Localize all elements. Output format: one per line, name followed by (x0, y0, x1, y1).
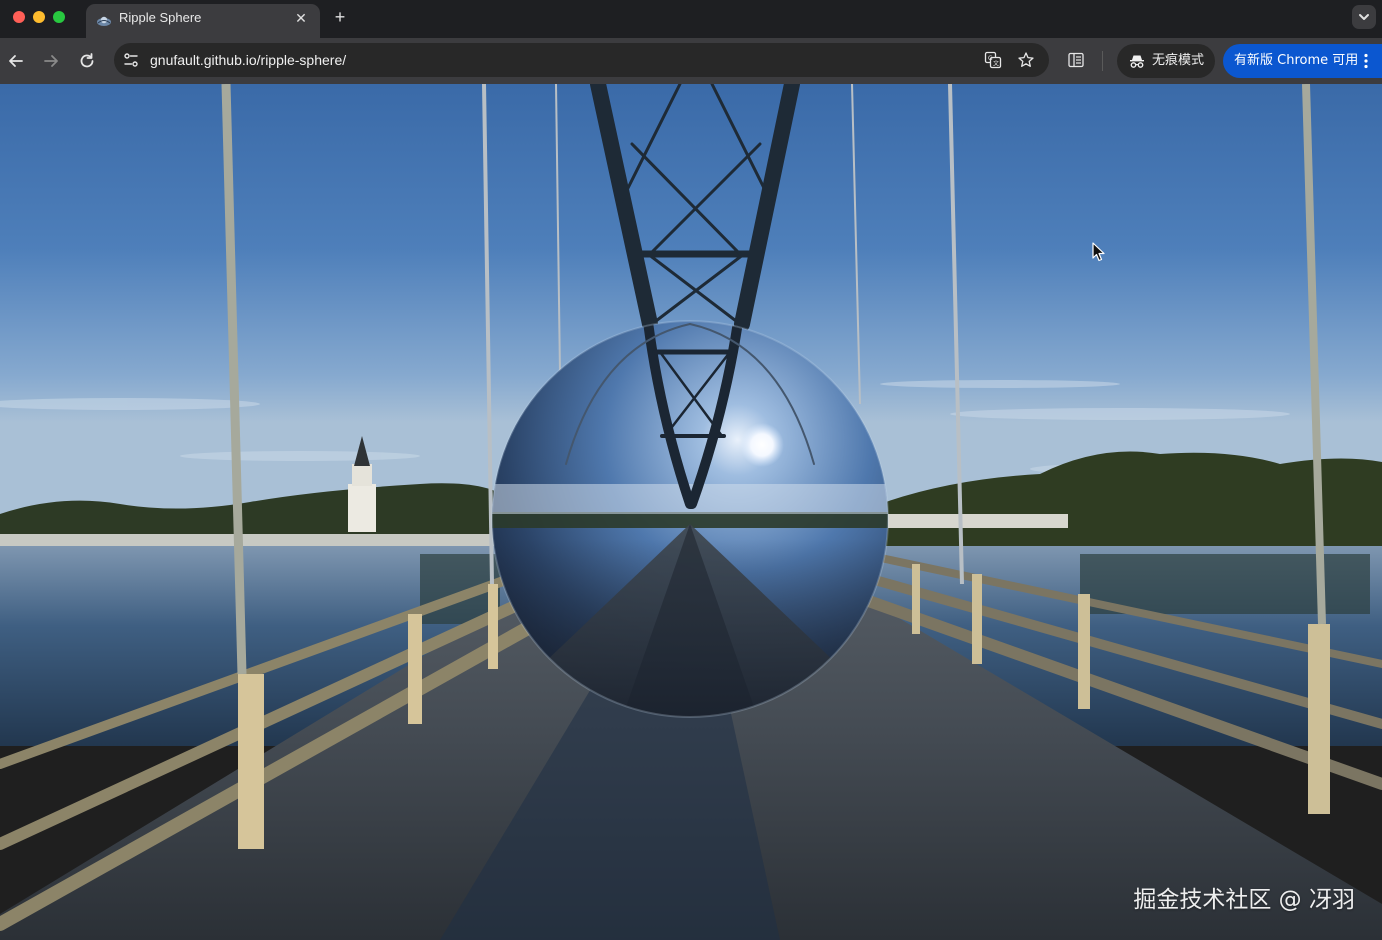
webgl-canvas[interactable]: 掘金技术社区 @ 冴羽 (0, 84, 1382, 940)
watermark-text: 掘金技术社区 @ 冴羽 (1133, 887, 1355, 913)
chrome-update-button[interactable]: 有新版 Chrome 可用 (1223, 44, 1382, 78)
browser-toolbar: gnufault.github.io/ripple-sphere/ G 文 无痕… (0, 38, 1382, 84)
site-info-icon[interactable] (122, 51, 140, 69)
more-menu-icon[interactable] (1360, 52, 1372, 70)
tab-close-icon[interactable]: ✕ (292, 9, 310, 27)
update-label: 有新版 Chrome 可用 (1234, 53, 1359, 68)
close-window-button[interactable] (13, 11, 25, 23)
minimize-window-button[interactable] (33, 11, 45, 23)
mouse-cursor-icon (1092, 242, 1106, 262)
back-button[interactable] (4, 49, 28, 73)
url-text[interactable]: gnufault.github.io/ripple-sphere/ (150, 51, 346, 69)
svg-text:文: 文 (993, 60, 999, 68)
tab-strip: Ripple Sphere ✕ + (0, 0, 1382, 38)
toolbar-divider (1102, 51, 1103, 71)
maximize-window-button[interactable] (53, 11, 65, 23)
translate-icon[interactable]: G 文 (984, 51, 1002, 69)
forward-button[interactable] (39, 49, 63, 73)
arrow-left-icon (9, 55, 23, 67)
incognito-button[interactable]: 无痕模式 (1117, 44, 1215, 78)
bookmark-star-icon[interactable] (1017, 51, 1035, 69)
side-panel-icon[interactable] (1067, 51, 1085, 69)
incognito-icon (1128, 52, 1146, 70)
bridge-scene (0, 84, 1382, 940)
arrow-right-icon (44, 55, 58, 67)
incognito-label: 无痕模式 (1152, 53, 1205, 68)
address-bar[interactable]: gnufault.github.io/ripple-sphere/ G 文 (114, 43, 1049, 77)
tab-ripple-sphere[interactable]: Ripple Sphere ✕ (86, 4, 320, 38)
ripple-sphere-favicon-icon (96, 13, 112, 29)
tab-search-button[interactable] (1352, 5, 1376, 29)
new-tab-button[interactable]: + (329, 6, 351, 28)
tab-title: Ripple Sphere (119, 10, 202, 25)
reload-icon (80, 53, 94, 68)
chevron-down-icon (1359, 14, 1369, 20)
reload-button[interactable] (75, 49, 99, 73)
